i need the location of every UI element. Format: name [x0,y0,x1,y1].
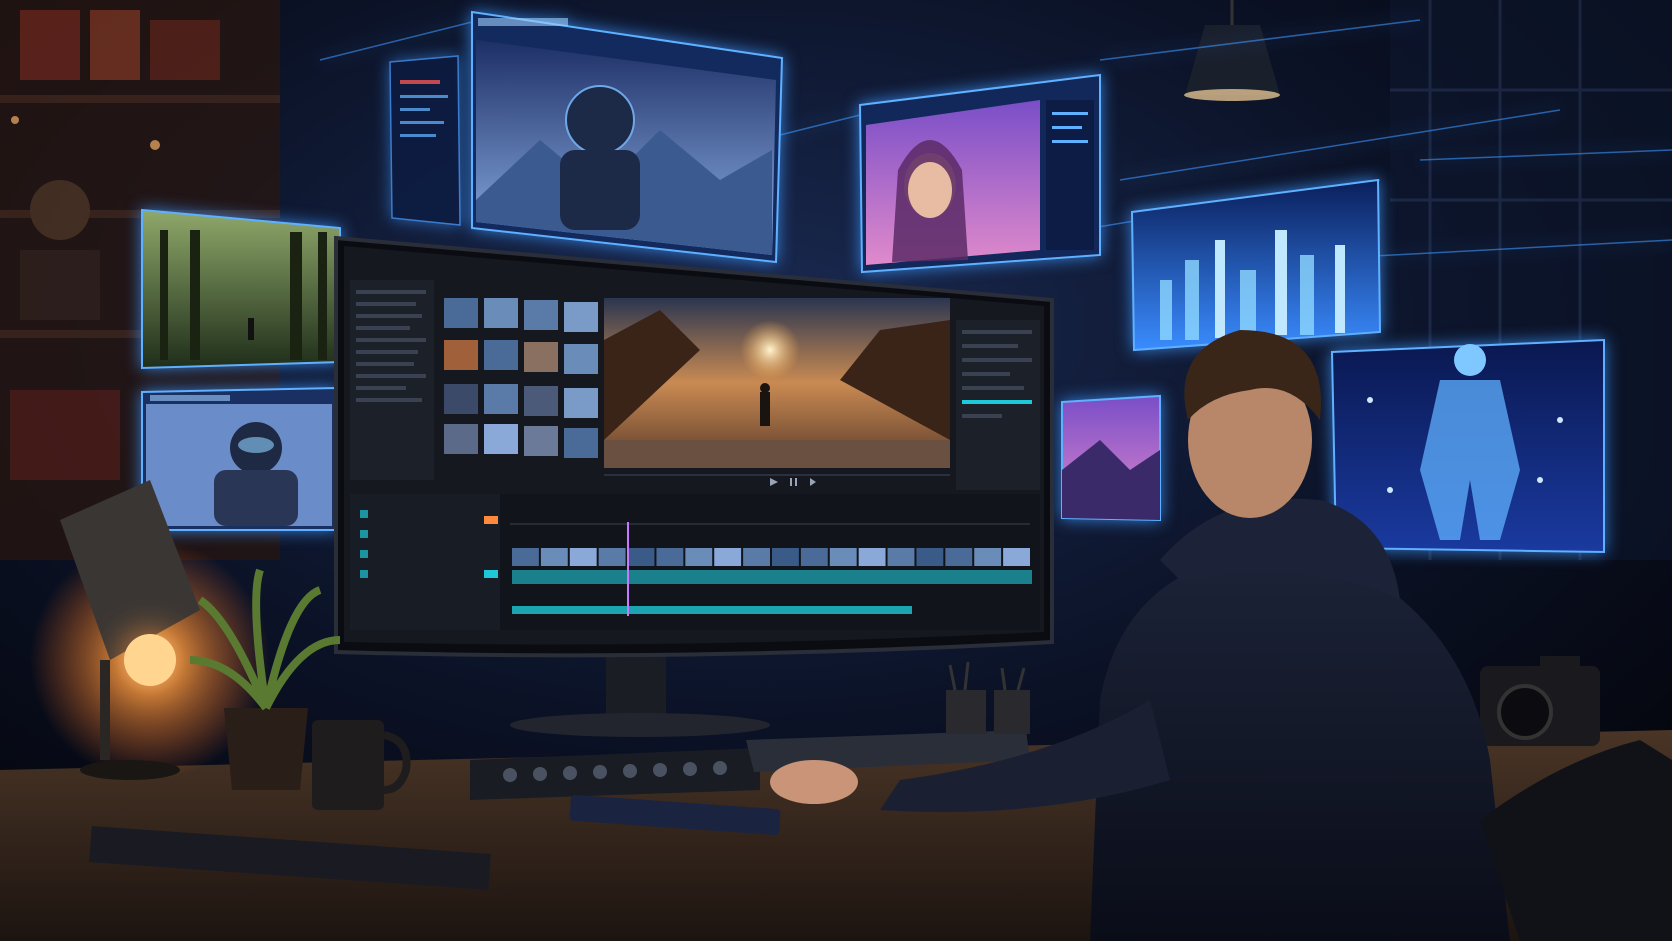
timeline-clip [858,548,886,566]
holo-panel-data-left [389,55,461,226]
editor-screen [344,246,1044,645]
camera [1480,656,1600,746]
holo-panel-woman-portrait [858,73,1101,274]
timeline-clip [512,548,539,566]
timeline-clip [887,548,915,566]
figure-head [1454,344,1486,376]
astronaut-helmet [565,85,635,155]
timeline-clip [714,548,742,566]
timeline-clip [829,548,857,566]
sun [740,320,800,380]
timeline-clip [569,548,597,566]
timeline-clip [1003,548,1030,566]
holo-panel-glowing-figure [1330,338,1605,554]
editing-studio-scene [0,0,1672,941]
curved-monitor [334,235,1054,658]
holo-panel-purple-landscape [1061,394,1161,522]
holo-panel-forest-path [141,208,341,370]
timeline-clip [540,548,568,566]
timeline-clip [656,548,684,566]
timeline-clip [800,548,828,566]
video-preview [604,298,950,468]
timeline-clip [598,548,626,566]
timeline-audio-track [512,606,912,614]
timeline-teal-track [512,570,1032,584]
timeline-clip [772,548,799,566]
timeline-clip [685,548,713,566]
holo-panel-armored-soldier [141,386,337,531]
media-browser-panel [350,280,434,480]
timeline-clip [743,548,770,566]
timeline-clip [916,548,944,566]
timeline-clip [627,548,655,566]
hand [770,760,858,804]
pause-icon [790,478,792,486]
timeline-clip [945,548,973,566]
walking-figure [760,392,770,426]
timeline-clip [974,548,1002,566]
